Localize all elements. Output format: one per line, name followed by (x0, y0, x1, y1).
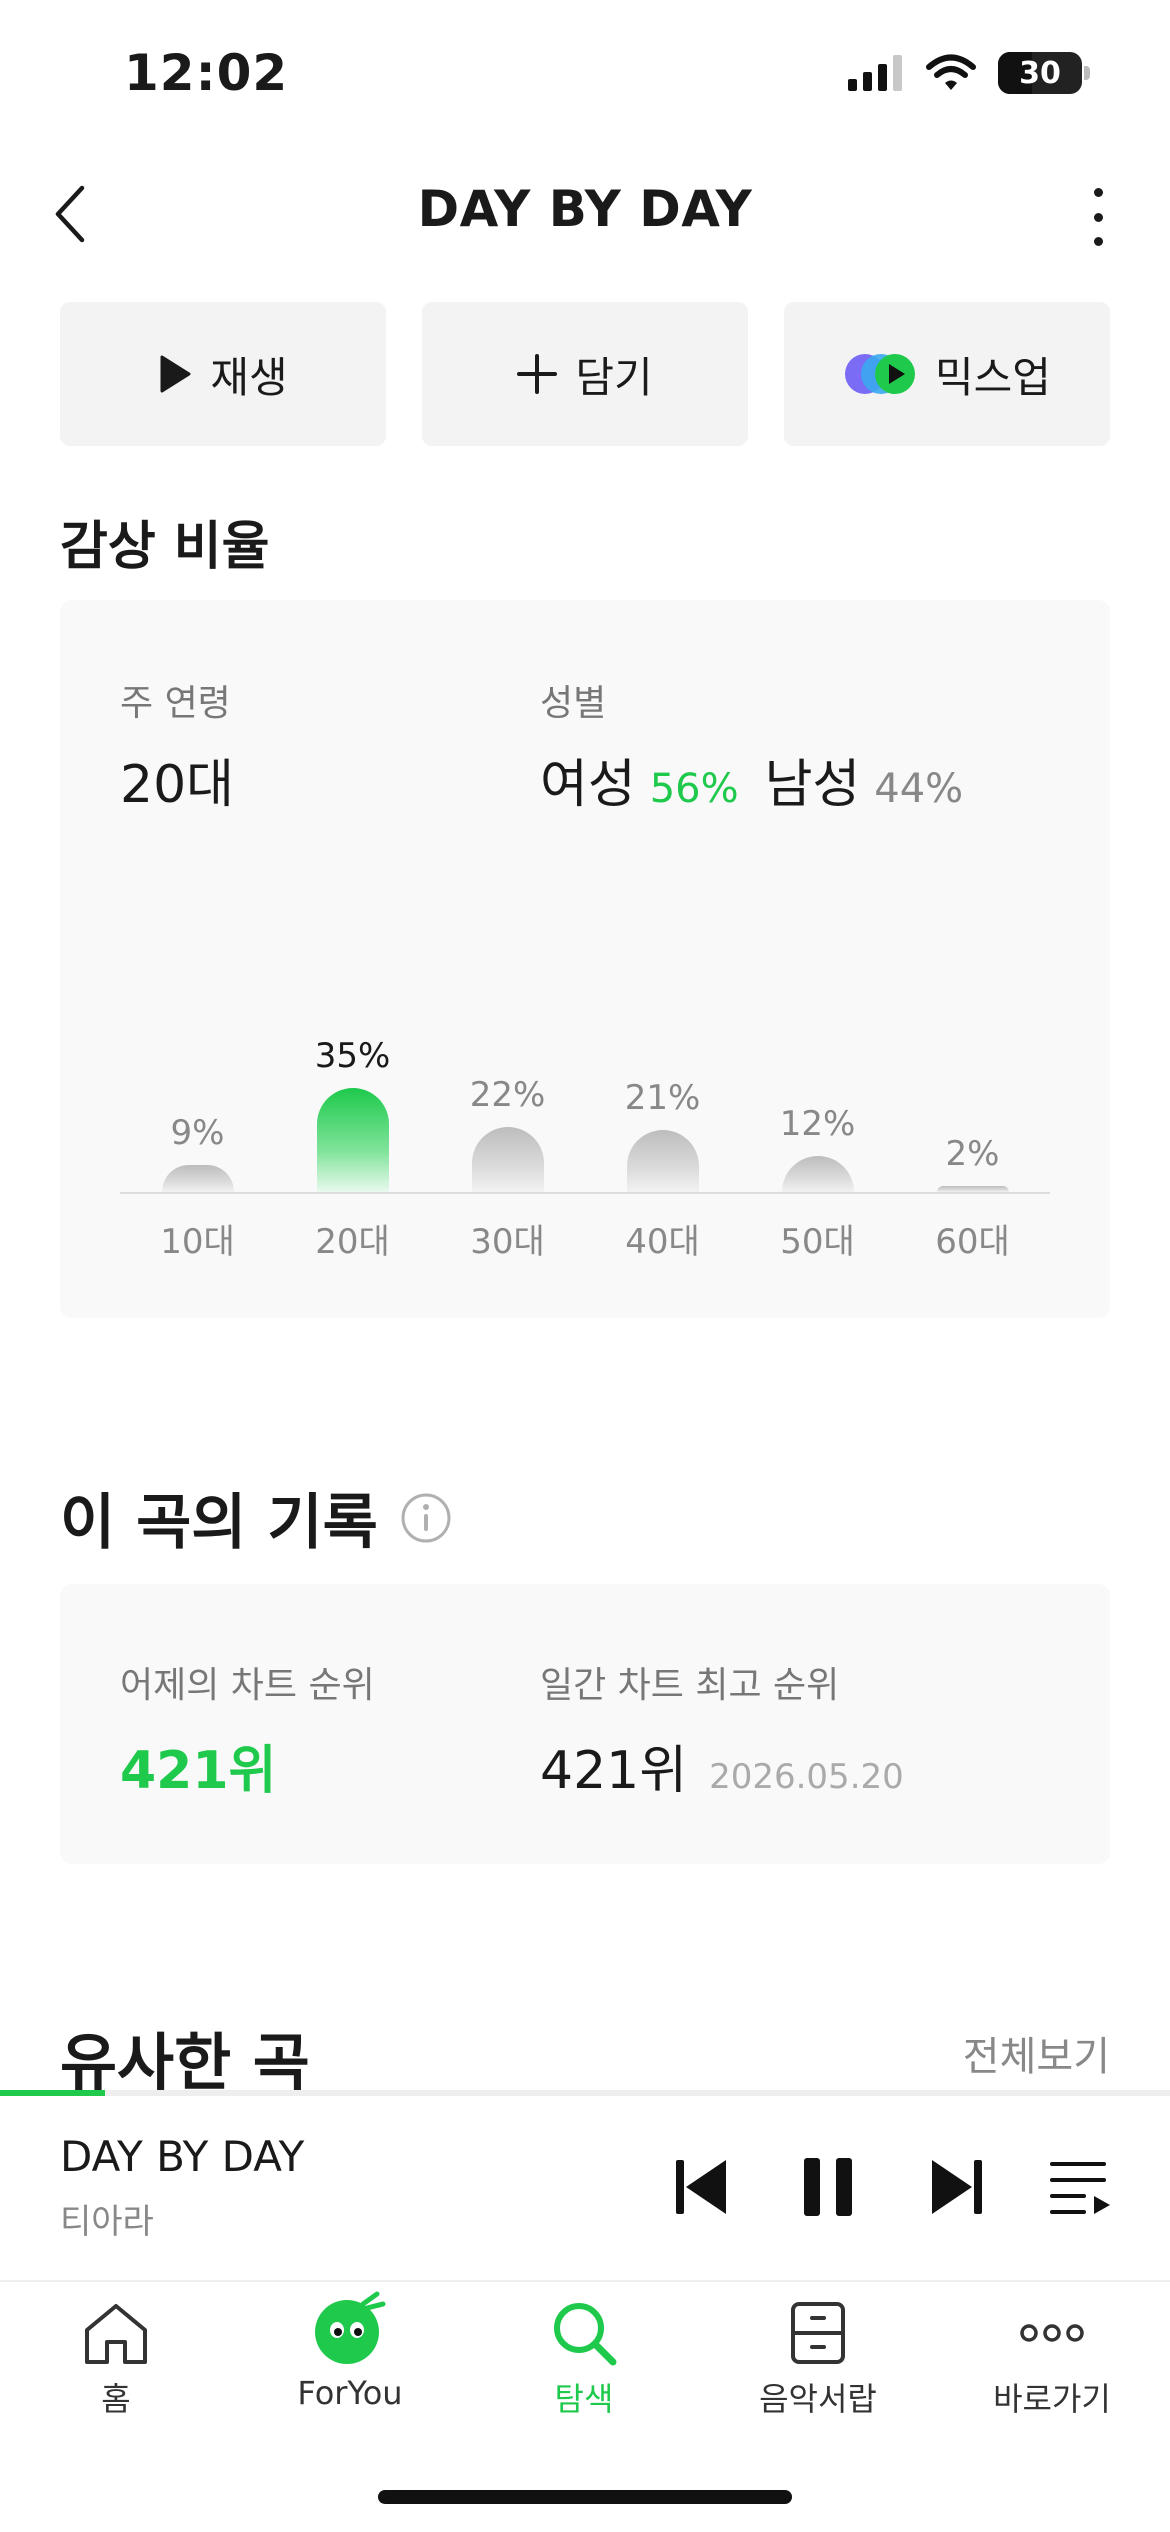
play-button-label: 재생 (210, 352, 288, 402)
chart-category-label: 40대 (625, 1222, 700, 1262)
add-button[interactable]: 담기 (422, 302, 748, 446)
listening-ratio-card: 주 연령 20대 성별 여성 56% 남성 44% 9% 10대 35% 20대 22%… (60, 600, 1110, 1318)
chart-category-label: 10대 (160, 1222, 235, 1262)
chart-bar-value-label: 9% (170, 1113, 225, 1154)
cellular-signal-icon (848, 55, 902, 91)
chart-category-label: 60대 (935, 1222, 1010, 1262)
chart-bar-value-label: 22% (469, 1074, 546, 1115)
next-track-button[interactable] (922, 2154, 988, 2220)
tab-shortcuts-label: 바로가기 (993, 2380, 1111, 2418)
tab-home[interactable]: 홈 (26, 2300, 206, 2420)
mixup-icon (845, 354, 916, 394)
status-icons: 30 (848, 52, 1090, 94)
play-button[interactable]: 재생 (60, 302, 386, 446)
plus-icon (517, 354, 558, 394)
more-dots-icon (1020, 2324, 1084, 2342)
record-card: 어제의 차트 순위 421위 일간 차트 최고 순위 421위 2026.05.… (60, 1584, 1110, 1864)
chart-bar (626, 1129, 699, 1192)
mini-player[interactable] (0, 2090, 1170, 2280)
tab-search[interactable]: 탐색 (494, 2300, 674, 2420)
battery-indicator: 30 (998, 52, 1090, 94)
chart-bar (936, 1186, 1009, 1192)
player-track-title[interactable]: DAY BY DAY (60, 2132, 304, 2181)
chart-bar-value-label: 35% (314, 1036, 391, 1076)
mixup-button[interactable]: 믹스업 (784, 302, 1110, 446)
drawer-icon (791, 2302, 845, 2364)
chart-category-label: 50대 (780, 1222, 855, 1262)
chart-bar (316, 1088, 389, 1192)
chart-bar-value-label: 21% (624, 1077, 701, 1118)
home-icon (85, 2304, 147, 2364)
tab-foryou-label: ForYou (297, 2374, 403, 2412)
more-dot-icon (1093, 188, 1103, 197)
chart-bar-value-label: 12% (779, 1104, 856, 1145)
pause-button[interactable] (796, 2154, 862, 2220)
player-artist[interactable]: 티아라 (60, 2194, 154, 2243)
age-distribution-chart: 9% 10대 35% 20대 22% 30대 21% 40대 12% 50대 2% 60대 (60, 600, 1110, 1318)
page-title: DAY BY DAY (417, 180, 753, 238)
tab-music-drawer[interactable]: 음악서랍 (728, 2300, 908, 2420)
more-options-button[interactable] (1082, 182, 1114, 252)
record-title: 이 곡의 기록 (60, 1488, 378, 1558)
chart-category-label: 20대 (315, 1222, 390, 1262)
battery-level: 30 (1019, 55, 1061, 91)
playback-progress-track[interactable] (0, 2090, 1170, 2096)
tab-foryou[interactable]: ForYou (260, 2290, 440, 2412)
previous-track-button[interactable] (670, 2154, 736, 2220)
playlist-button[interactable] (1046, 2156, 1112, 2218)
pause-icon (804, 2158, 852, 2216)
status-time: 12:02 (124, 44, 289, 102)
more-dot-icon (1093, 212, 1103, 222)
tab-home-label: 홈 (101, 2380, 131, 2418)
add-button-label: 담기 (575, 352, 653, 402)
chart-category-label: 30대 (470, 1222, 545, 1262)
record-title-row: 이 곡의 기록 (60, 1474, 452, 1561)
chart-bar (471, 1126, 544, 1192)
best-rank-date: 2026.05.20 (709, 1757, 904, 1797)
info-icon[interactable] (400, 1492, 452, 1544)
tab-shortcuts[interactable]: 바로가기 (962, 2300, 1142, 2420)
chart-baseline (120, 1192, 1050, 1194)
chart-bar (781, 1156, 854, 1192)
listening-ratio-title: 감상 비율 (60, 517, 270, 577)
wifi-icon (926, 54, 976, 90)
chart-bar (161, 1165, 234, 1192)
play-icon (160, 355, 191, 393)
view-all-link[interactable]: 전체보기 (963, 2024, 1110, 2082)
best-rank-row: 421위 2026.05.20 (540, 1728, 904, 1803)
search-icon (554, 2303, 617, 2366)
yesterday-rank-label: 어제의 차트 순위 (120, 1665, 375, 1706)
similar-songs-title: 유사한 곡 (60, 2026, 310, 2099)
foryou-character-icon (315, 2291, 386, 2364)
best-rank-label: 일간 차트 최고 순위 (540, 1665, 840, 1706)
tab-search-label: 탐색 (554, 2380, 614, 2418)
tab-bar-divider (0, 2280, 1170, 2282)
skip-next-icon (932, 2160, 982, 2214)
best-rank-value: 421위 (540, 1741, 688, 1801)
mixup-button-label: 믹스업 (935, 352, 1051, 402)
home-indicator (378, 2490, 792, 2504)
yesterday-rank-value: 421위 (120, 1741, 277, 1801)
playback-progress-fill (0, 2090, 106, 2096)
more-dot-icon (1093, 237, 1103, 246)
chart-bar-value-label: 2% (945, 1134, 1000, 1175)
tab-music-drawer-label: 음악서랍 (759, 2380, 877, 2418)
skip-previous-icon (676, 2160, 726, 2214)
playlist-icon (1050, 2162, 1110, 2214)
